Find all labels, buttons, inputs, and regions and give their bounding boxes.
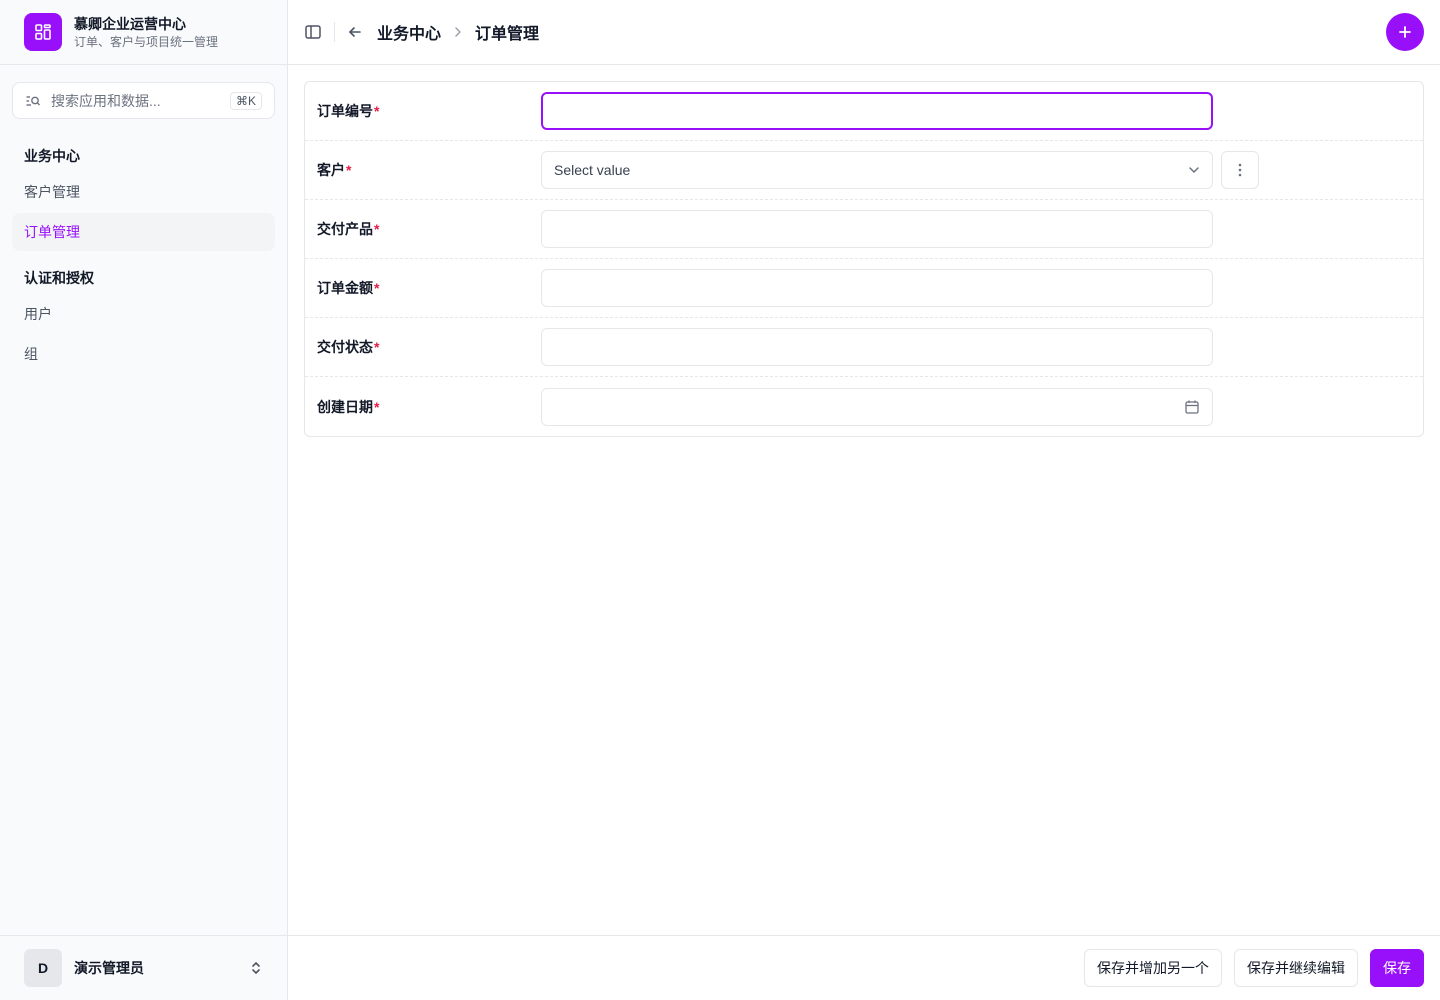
- brand-subtitle: 订单、客户与项目统一管理: [74, 34, 219, 49]
- field-label: 交付产品*: [317, 221, 380, 237]
- field-label: 订单编号*: [317, 103, 380, 119]
- nav-group-business: 业务中心: [24, 148, 80, 164]
- breadcrumb-orders: 订单管理: [475, 26, 540, 43]
- customer-select-value: Select value: [554, 162, 631, 178]
- amount-input[interactable]: [541, 269, 1213, 307]
- brand-name: 慕卿企业运营中心: [74, 15, 186, 32]
- order-form: 订单编号* 客户* Select value 交付产品* 订单金额* 交付状态*…: [304, 81, 1424, 437]
- form-row-customer: 客户* Select value: [305, 141, 1423, 200]
- save-and-continue-button[interactable]: 保存并继续编辑: [1234, 949, 1358, 987]
- save-and-add-another-button[interactable]: 保存并增加另一个: [1084, 949, 1222, 987]
- sidebar-item-groups[interactable]: 组: [12, 335, 275, 373]
- save-button[interactable]: 保存: [1370, 949, 1424, 987]
- search-icon: [25, 93, 41, 109]
- search-placeholder: 搜索应用和数据...: [51, 92, 161, 109]
- form-row-amount: 订单金额*: [305, 259, 1423, 318]
- search-shortcut: ⌘K: [229, 91, 262, 110]
- add-button[interactable]: [1386, 13, 1424, 51]
- field-label: 交付状态*: [317, 339, 380, 355]
- field-label: 创建日期*: [317, 398, 380, 415]
- brand-header: 慕卿企业运营中心 订单、客户与项目统一管理: [0, 0, 287, 65]
- search-input[interactable]: 搜索应用和数据... ⌘K: [12, 82, 275, 119]
- sidebar-item-orders[interactable]: 订单管理: [12, 213, 275, 251]
- sidebar-toggle-icon[interactable]: [304, 23, 322, 41]
- product-input[interactable]: [541, 210, 1213, 248]
- field-label: 客户*: [317, 162, 352, 178]
- form-row-created-date: 创建日期*: [305, 377, 1423, 436]
- order-number-input[interactable]: [541, 92, 1213, 130]
- user-name: 演示管理员: [74, 960, 144, 976]
- chevron-right-icon: [453, 26, 463, 38]
- sidebar: 慕卿企业运营中心 订单、客户与项目统一管理 搜索应用和数据... ⌘K 业务中心…: [0, 0, 288, 1000]
- created-date-picker[interactable]: [541, 387, 1213, 426]
- customer-select[interactable]: Select value: [541, 151, 1213, 189]
- header-divider: [334, 22, 335, 42]
- field-label: 订单金额*: [317, 280, 380, 296]
- form-actions: 保存并增加另一个 保存并继续编辑 保存: [288, 935, 1440, 1000]
- form-row-order-number: 订单编号*: [305, 82, 1423, 141]
- grid-icon[interactable]: [24, 13, 62, 51]
- sidebar-item-customers[interactable]: 客户管理: [12, 173, 275, 211]
- brand-text: 慕卿企业运营中心 订单、客户与项目统一管理: [74, 15, 218, 50]
- back-arrow-icon[interactable]: [347, 24, 363, 40]
- more-options-button[interactable]: [1221, 151, 1259, 189]
- nav-group-auth: 认证和授权: [24, 270, 94, 286]
- calendar-icon[interactable]: [1184, 399, 1200, 415]
- form-row-product: 交付产品*: [305, 200, 1423, 259]
- sidebar-item-users[interactable]: 用户: [12, 295, 275, 333]
- avatar: D: [24, 949, 62, 987]
- top-bar: 业务中心 订单管理: [288, 0, 1440, 65]
- chevron-up-down-icon[interactable]: [249, 960, 263, 976]
- chevron-down-icon: [1188, 164, 1200, 176]
- form-row-status: 交付状态*: [305, 318, 1423, 377]
- more-vertical-icon: [1238, 163, 1242, 177]
- user-menu[interactable]: D 演示管理员: [0, 935, 287, 1000]
- breadcrumb-business[interactable]: 业务中心: [377, 20, 441, 44]
- delivery-status-input[interactable]: [541, 328, 1213, 366]
